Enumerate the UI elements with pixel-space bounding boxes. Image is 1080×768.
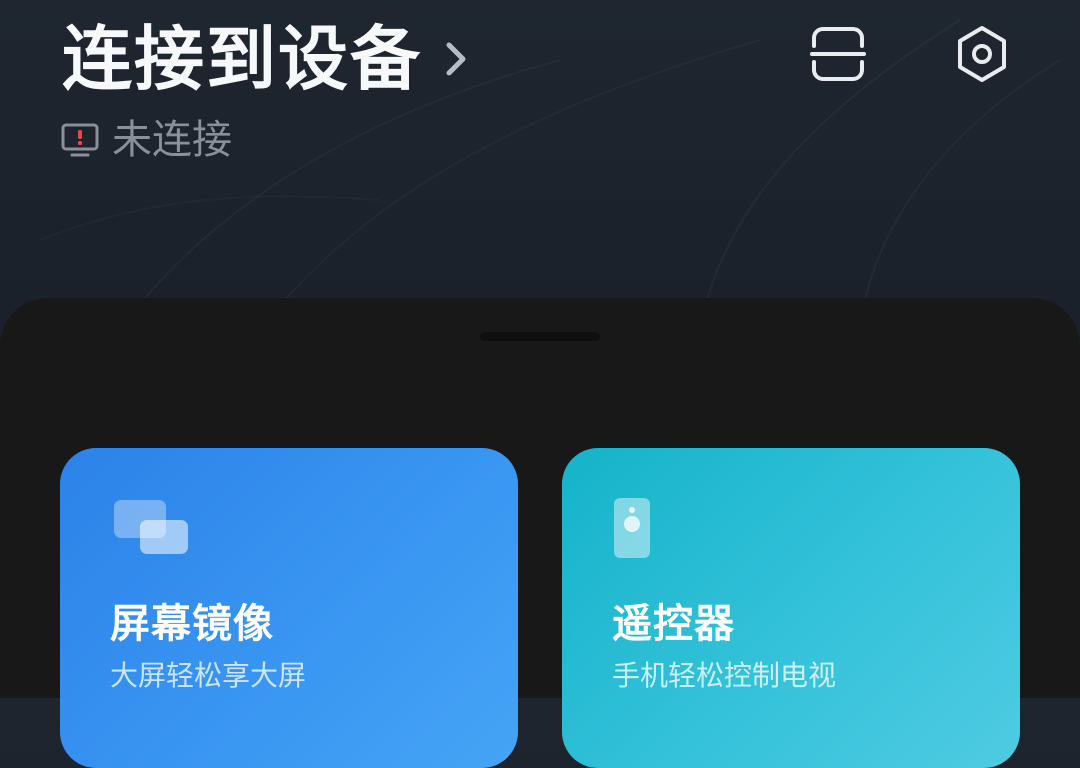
- drag-handle[interactable]: [480, 332, 600, 341]
- screen-mirror-card[interactable]: 屏幕镜像 大屏轻松享大屏: [60, 448, 518, 768]
- connection-status: 未连接: [60, 114, 232, 166]
- scan-icon: [810, 27, 866, 81]
- bottom-sheet: 屏幕镜像 大屏轻松享大屏 遥控器 手机轻松控制电视: [0, 298, 1080, 768]
- header-area: 连接到设备 未连接: [0, 0, 1080, 330]
- card-icon-wrap: [612, 496, 652, 560]
- card-title: 屏幕镜像: [110, 601, 274, 647]
- scan-button[interactable]: [808, 24, 868, 84]
- card-subtitle: 手机轻松控制电视: [612, 659, 837, 692]
- monitor-alert-icon: [61, 123, 99, 157]
- chevron-right-icon[interactable]: [444, 39, 470, 79]
- title-row[interactable]: 连接到设备: [62, 14, 470, 104]
- status-text: 未连接: [112, 117, 232, 163]
- card-subtitle: 大屏轻松享大屏: [110, 659, 307, 692]
- screen-mirror-icon: [114, 500, 188, 554]
- remote-control-card[interactable]: 遥控器 手机轻松控制电视: [562, 448, 1020, 768]
- settings-hexagon-icon: [958, 26, 1006, 82]
- card-icon-wrap: [110, 496, 190, 556]
- page-title: 连接到设备: [62, 18, 422, 100]
- card-title: 遥控器: [612, 601, 735, 647]
- remote-control-icon: [614, 498, 650, 558]
- settings-button[interactable]: [952, 24, 1012, 84]
